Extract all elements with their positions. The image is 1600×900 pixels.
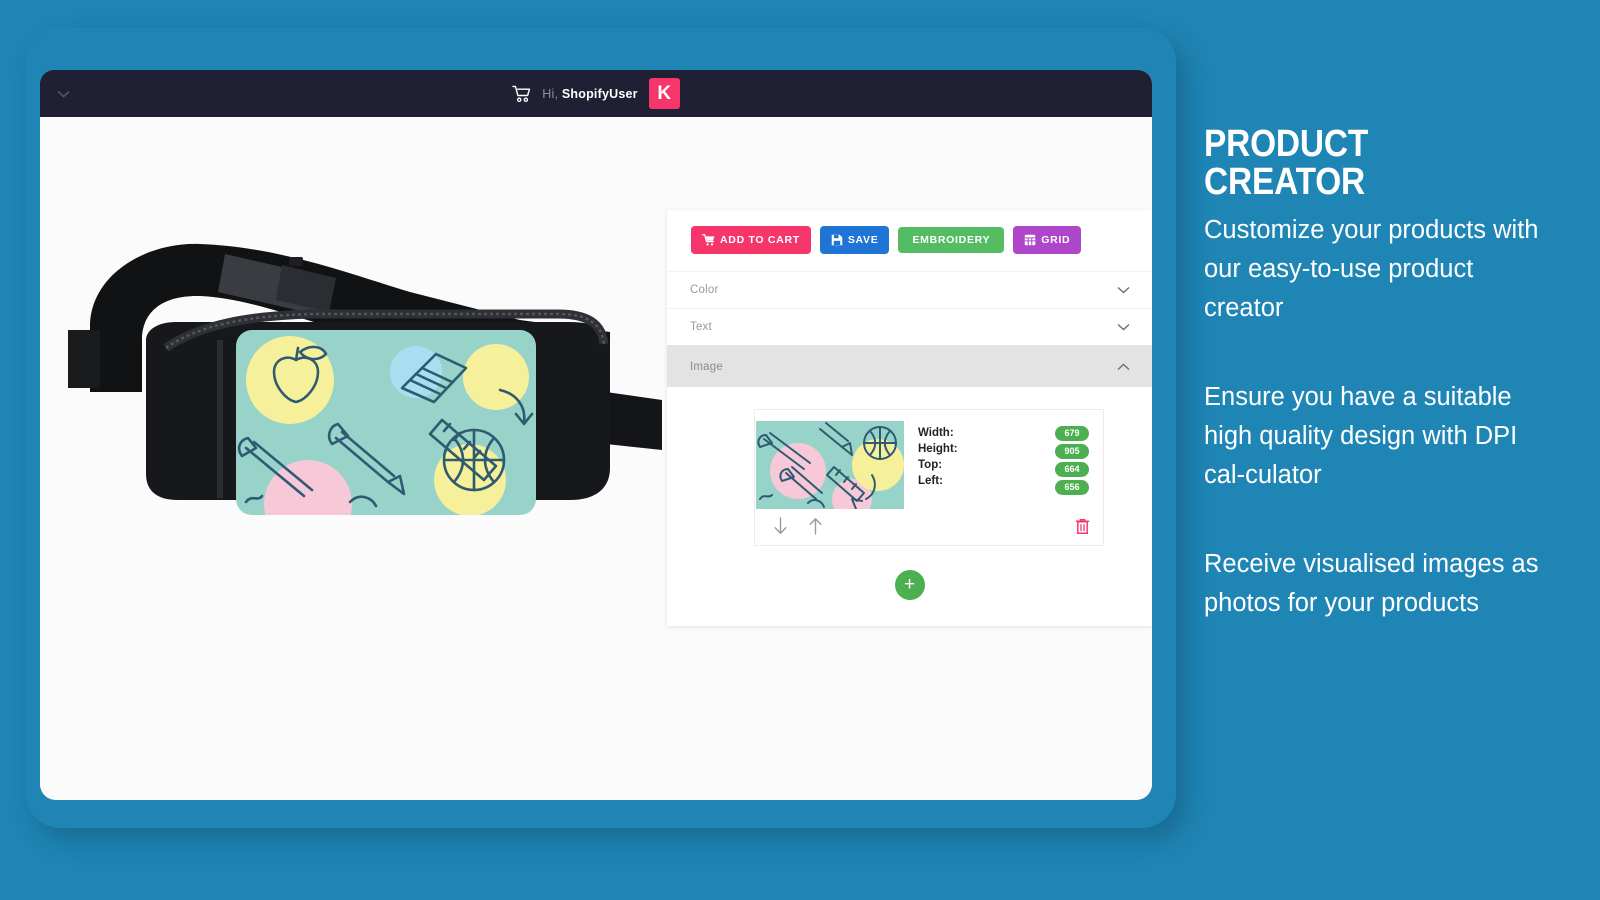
property-values: 679 905 664 656 (1055, 426, 1089, 509)
grid-label: GRID (1041, 233, 1071, 246)
nav-menu-toggle[interactable] (40, 70, 86, 117)
browser-screen: Hi, ShopifyUser K ADD TO CART SAVE EMBRO… (40, 70, 1152, 800)
property-label-left: Left: (918, 475, 943, 487)
save-label: SAVE (847, 233, 879, 246)
accordion-section-text[interactable]: Text (667, 308, 1152, 345)
add-button-label: + (903, 573, 916, 595)
image-layer-footer (755, 509, 1103, 545)
add-to-cart-label: ADD TO CART (720, 233, 800, 246)
grid-button[interactable]: GRID (1013, 226, 1082, 254)
editor-canvas-area: ADD TO CART SAVE EMBROIDERY GRID Color T… (40, 117, 1152, 800)
add-to-cart-button[interactable]: ADD TO CART (691, 226, 811, 254)
chevron-down-icon (1117, 286, 1130, 294)
trash-icon[interactable] (1075, 518, 1090, 535)
top-navigation-bar: Hi, ShopifyUser K (40, 70, 1152, 117)
image-layer-properties: Width: Height: Top: Left: 679 905 664 65 (904, 418, 1103, 509)
avatar[interactable]: K (648, 78, 680, 109)
school-supplies-pattern-thumbnail (756, 421, 904, 509)
fanny-pack-mockup-image (68, 243, 662, 515)
property-label-width: Width: (918, 427, 954, 439)
topbar-user-area: Hi, ShopifyUser K (512, 78, 680, 109)
user-greeting: Hi, ShopifyUser (542, 87, 637, 101)
image-layer-main: Width: Height: Top: Left: 679 905 664 65 (755, 410, 1103, 509)
accordion-section-image[interactable]: Image (667, 345, 1152, 387)
property-value-width[interactable]: 679 (1055, 426, 1089, 441)
accordion-label-text: Text (690, 321, 712, 333)
marketing-paragraph-2: Ensure you have a suitable high quality … (1204, 383, 1518, 489)
add-image-row: + (667, 546, 1152, 600)
embroidery-button[interactable]: EMBROIDERY (898, 226, 1005, 254)
editor-action-toolbar: ADD TO CART SAVE EMBROIDERY GRID (667, 210, 1152, 271)
chevron-up-icon (1117, 363, 1130, 370)
marketing-paragraph-1: Customize your products with our easy-to… (1204, 216, 1539, 322)
arrow-up-icon[interactable] (808, 517, 823, 535)
greeting-prefix: Hi, (542, 86, 559, 101)
accordion-label-image: Image (690, 360, 723, 373)
property-value-top[interactable]: 664 (1055, 462, 1089, 477)
product-editor-panel: ADD TO CART SAVE EMBROIDERY GRID Color T… (667, 210, 1152, 626)
property-label-height: Height: (918, 443, 958, 455)
marketing-copy: PRODUCT CREATOR Customize your products … (1204, 125, 1544, 623)
image-layer-item: Width: Height: Top: Left: 679 905 664 65 (754, 409, 1104, 546)
image-section-body: Width: Height: Top: Left: 679 905 664 65 (667, 387, 1152, 626)
product-preview[interactable] (50, 212, 680, 572)
accordion-section-color[interactable]: Color (667, 271, 1152, 308)
property-labels: Width: Height: Top: Left: (918, 426, 958, 509)
embroidery-label: EMBROIDERY (912, 233, 991, 246)
chevron-down-icon (56, 90, 70, 98)
accordion-label-color: Color (690, 284, 719, 296)
image-layer-thumbnail[interactable] (756, 421, 904, 509)
marketing-paragraph-3: Receive visualised images as photos for … (1204, 550, 1539, 617)
add-image-button[interactable]: + (894, 570, 925, 600)
property-value-left[interactable]: 656 (1055, 480, 1089, 495)
floppy-disk-icon (831, 234, 843, 246)
arrow-down-icon[interactable] (773, 517, 788, 535)
property-label-top: Top: (918, 459, 943, 471)
save-button[interactable]: SAVE (819, 226, 890, 254)
property-value-height[interactable]: 905 (1055, 444, 1089, 459)
chevron-down-icon (1117, 323, 1130, 331)
shopping-cart-icon[interactable] (512, 85, 531, 103)
username-label: ShopifyUser (561, 86, 638, 101)
shopping-cart-icon (702, 234, 715, 246)
grid-icon (1025, 234, 1036, 246)
avatar-initial: K (657, 82, 672, 104)
layer-order-controls (773, 517, 823, 535)
browser-mockup-frame: Hi, ShopifyUser K ADD TO CART SAVE EMBRO… (26, 28, 1176, 828)
marketing-title: PRODUCT CREATOR (1204, 123, 1369, 203)
